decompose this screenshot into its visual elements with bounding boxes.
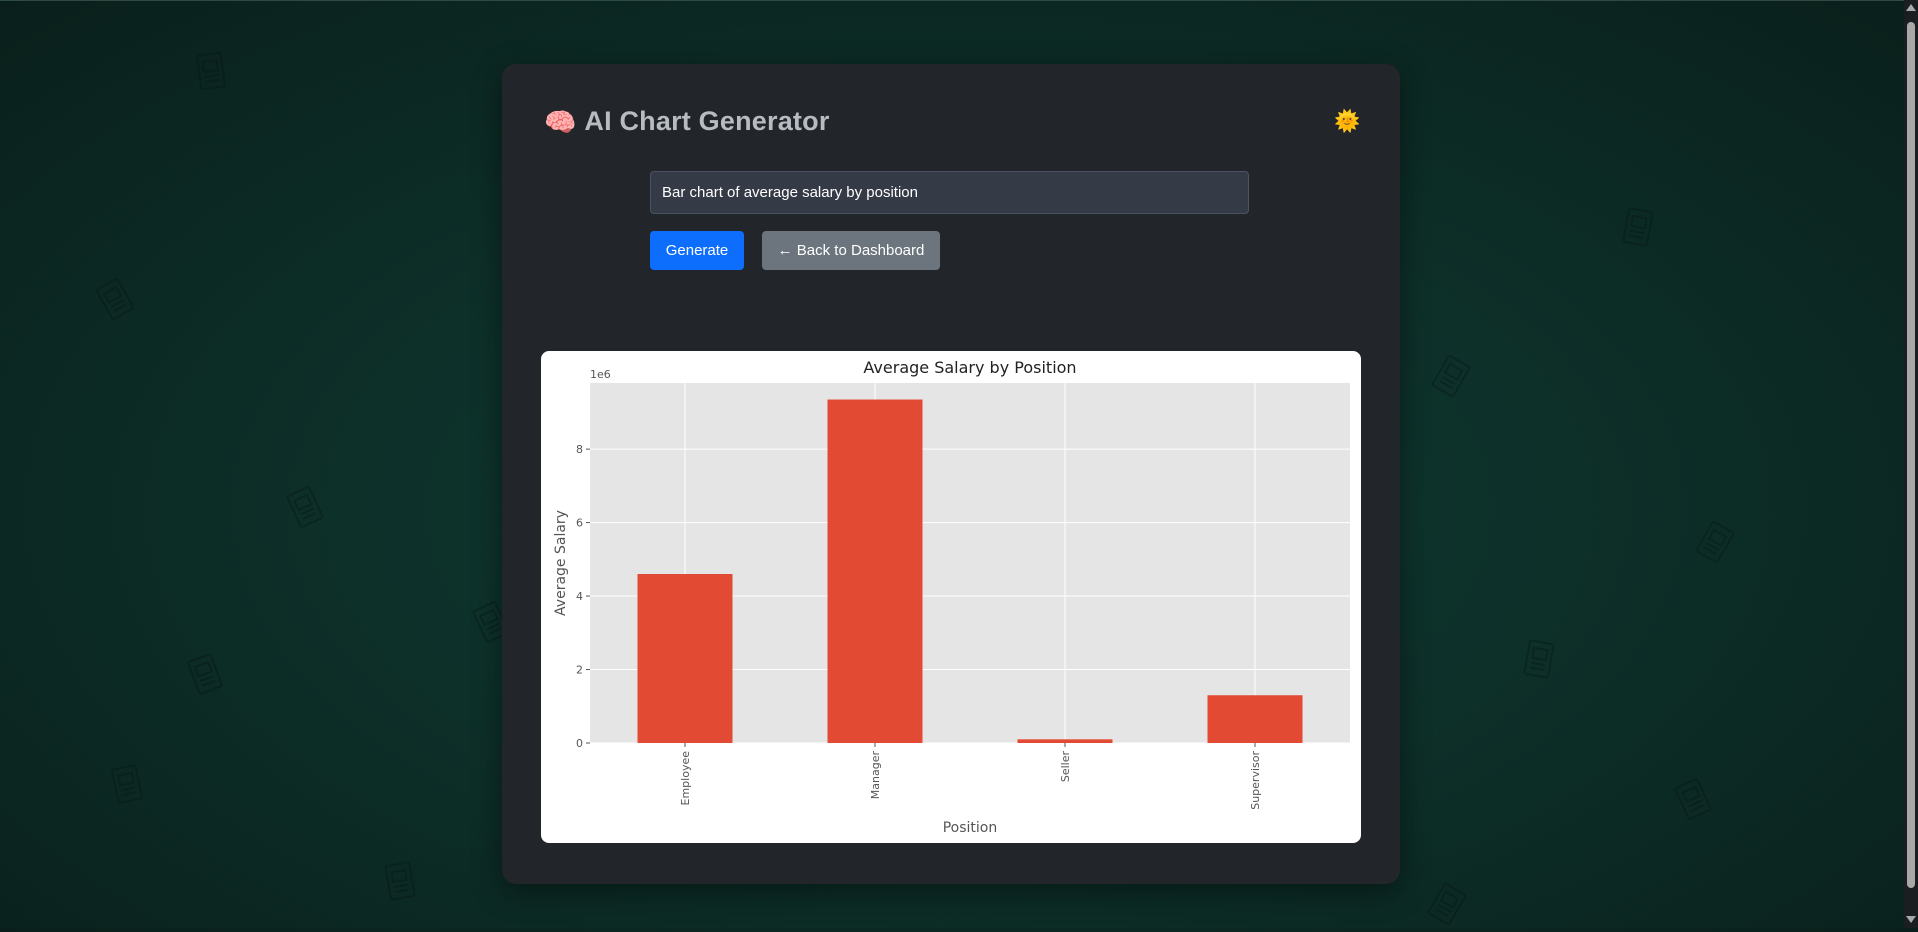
notebook-icon	[108, 762, 145, 805]
bar-supervisor	[1207, 695, 1303, 743]
chart-prompt-input[interactable]	[650, 171, 1249, 214]
chart-panel: 0 2 4 6 8 Employee Manager Seller Supervisor Aver…	[541, 351, 1361, 843]
window-top-border	[0, 0, 1918, 1]
notebook-icon	[93, 275, 138, 323]
y-tick-label: 2	[576, 664, 583, 677]
x-tick-label: Supervisor	[1249, 751, 1262, 810]
notebook-icon	[1671, 775, 1714, 822]
y-offset-label: 1e6	[590, 368, 611, 381]
bar-manager	[827, 399, 923, 743]
brain-icon: 🧠	[544, 106, 577, 137]
x-tick-label: Employee	[679, 751, 692, 806]
notebook-icon	[1429, 352, 1474, 400]
header: 🧠 AI Chart Generator	[544, 106, 830, 137]
scroll-thumb[interactable]	[1907, 22, 1915, 888]
vertical-scrollbar[interactable]	[1904, 0, 1918, 928]
x-axis-label: Position	[943, 820, 998, 836]
notebook-icon	[1521, 638, 1557, 681]
back-to-dashboard-button[interactable]: ← Back to Dashboard	[762, 231, 940, 270]
notebook-icon	[1693, 518, 1738, 566]
notebook-icon	[1425, 880, 1470, 928]
main-card: 🧠 AI Chart Generator 🌞 Generate ← Back t…	[502, 64, 1400, 884]
bar-chart: 0 2 4 6 8 Employee Manager Seller Supervisor Aver…	[553, 358, 1350, 836]
notebook-icon	[184, 651, 225, 697]
y-tick-label: 0	[576, 737, 583, 750]
bar-seller	[1017, 739, 1113, 743]
chart-title: Average Salary by Position	[863, 358, 1076, 377]
y-tick-label: 8	[576, 443, 583, 456]
y-axis-label: Average Salary	[553, 510, 569, 616]
y-tick-label: 6	[576, 517, 583, 530]
scroll-down-arrow-icon[interactable]	[1906, 916, 1916, 923]
notebook-icon	[1620, 206, 1656, 249]
scroll-up-arrow-icon[interactable]	[1906, 4, 1916, 11]
generate-button[interactable]: Generate	[650, 231, 744, 270]
x-tick-label: Manager	[869, 751, 882, 800]
notebook-icon	[194, 50, 229, 92]
page-title: AI Chart Generator	[584, 106, 830, 136]
x-tick-label: Seller	[1059, 751, 1072, 783]
y-tick-label: 4	[576, 590, 583, 603]
bar-employee	[637, 574, 733, 743]
theme-toggle-sun-icon[interactable]: 🌞	[1334, 110, 1360, 134]
notebook-icon	[283, 483, 326, 530]
notebook-icon	[382, 860, 418, 903]
